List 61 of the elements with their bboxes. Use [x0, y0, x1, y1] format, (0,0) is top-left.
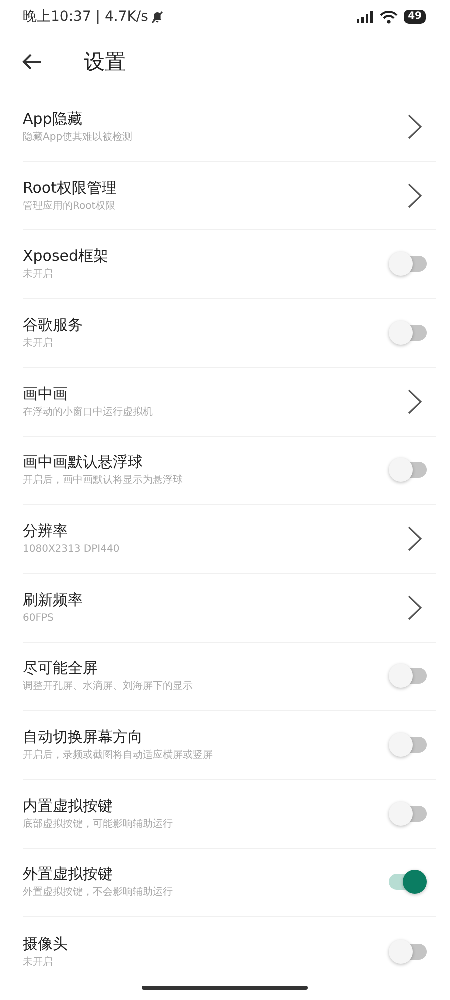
chevron-right-icon [407, 388, 423, 415]
item-subtitle: 调整开孔屏、水滴屏、刘海屏下的显示 [23, 680, 193, 694]
item-subtitle: 60FPS [23, 612, 55, 626]
wifi-icon [380, 10, 398, 24]
home-indicator[interactable] [142, 986, 308, 990]
chevron-right-icon [407, 594, 423, 621]
item-title: 内置虚拟按键 [23, 796, 114, 816]
chevron-right-icon [407, 526, 423, 552]
item-title: 谷歌服务 [23, 314, 83, 335]
item-subtitle: 开启后，画中画默认将显示为悬浮球 [23, 474, 183, 488]
battery-indicator: 49 [404, 10, 426, 24]
item-title: 尽可能全屏 [23, 658, 99, 678]
toggle-switch[interactable] [389, 320, 427, 345]
item-subtitle: 在浮动的小窗口中运行虚拟机 [23, 406, 153, 420]
chevron-right-icon [407, 182, 423, 209]
settings-item[interactable]: 自动切换屏幕方向 开启后，录频或截图将自动适应横屏或竖屏 [23, 711, 436, 780]
item-title: Xposed框架 [23, 246, 109, 266]
item-subtitle: 管理应用的Root权限 [23, 200, 117, 214]
muted-bell-icon [151, 10, 164, 24]
toggle-switch[interactable] [389, 458, 427, 482]
toggle-switch[interactable] [389, 664, 427, 688]
item-subtitle: 1080X2313 DPI440 [23, 543, 120, 558]
item-title: 画中画默认悬浮球 [23, 452, 144, 472]
item-subtitle: 隐藏App使其难以被检测 [23, 130, 133, 145]
settings-item[interactable]: 内置虚拟按键 底部虚拟按键，可能影响辅助运行 [23, 780, 436, 849]
item-title: Root权限管理 [23, 178, 117, 198]
item-title: 画中画 [23, 384, 69, 404]
settings-item[interactable]: App隐藏 隐藏App使其难以被检测 [23, 93, 436, 162]
settings-item[interactable]: 画中画默认悬浮球 开启后，画中画默认将显示为悬浮球 [23, 436, 436, 506]
item-subtitle: 未开启 [23, 956, 54, 970]
chevron-right-icon [407, 114, 423, 140]
toggle-switch[interactable] [389, 252, 427, 276]
item-subtitle: 底部虚拟按键，可能影响辅助运行 [23, 818, 173, 832]
item-title: 摄像头 [23, 934, 68, 954]
settings-item[interactable]: Root权限管理 管理应用的Root权限 [23, 162, 436, 230]
settings-item[interactable]: 刷新频率 60FPS [23, 574, 436, 643]
toggle-switch[interactable] [389, 733, 427, 758]
item-title: 外置虚拟按键 [23, 864, 114, 884]
item-title: App隐藏 [23, 108, 84, 129]
settings-item[interactable]: 谷歌服务 未开启 [23, 299, 436, 368]
back-arrow-icon [22, 54, 42, 70]
toggle-switch[interactable] [389, 940, 427, 964]
toggle-switch[interactable] [389, 802, 427, 826]
item-subtitle: 未开启 [23, 268, 54, 282]
settings-item[interactable]: 外置虚拟按键 外置虚拟按键，不会影响辅助运行 [23, 848, 436, 918]
settings-item[interactable]: 画中画 在浮动的小窗口中运行虚拟机 [23, 368, 436, 436]
item-subtitle: 未开启 [23, 336, 54, 351]
settings-item[interactable]: Xposed框架 未开启 [23, 230, 436, 300]
item-title: 刷新频率 [23, 590, 83, 610]
settings-item[interactable]: 尽可能全屏 调整开孔屏、水滴屏、刘海屏下的显示 [23, 642, 436, 712]
page-title: 设置 [84, 48, 126, 76]
settings-item[interactable]: 分辨率 1080X2313 DPI440 [23, 505, 436, 574]
back-button[interactable] [20, 52, 44, 72]
item-title: 自动切换屏幕方向 [23, 727, 144, 748]
toggle-switch[interactable] [389, 870, 427, 894]
settings-item[interactable]: 摄像头 未开启 [23, 917, 436, 986]
status-time: 晚上10:37 | 4.7K/s [23, 8, 148, 26]
item-title: 分辨率 [23, 521, 69, 542]
signal-icon [357, 11, 374, 24]
item-subtitle: 外置虚拟按键，不会影响辅助运行 [23, 886, 173, 900]
item-subtitle: 开启后，录频或截图将自动适应横屏或竖屏 [23, 749, 213, 764]
